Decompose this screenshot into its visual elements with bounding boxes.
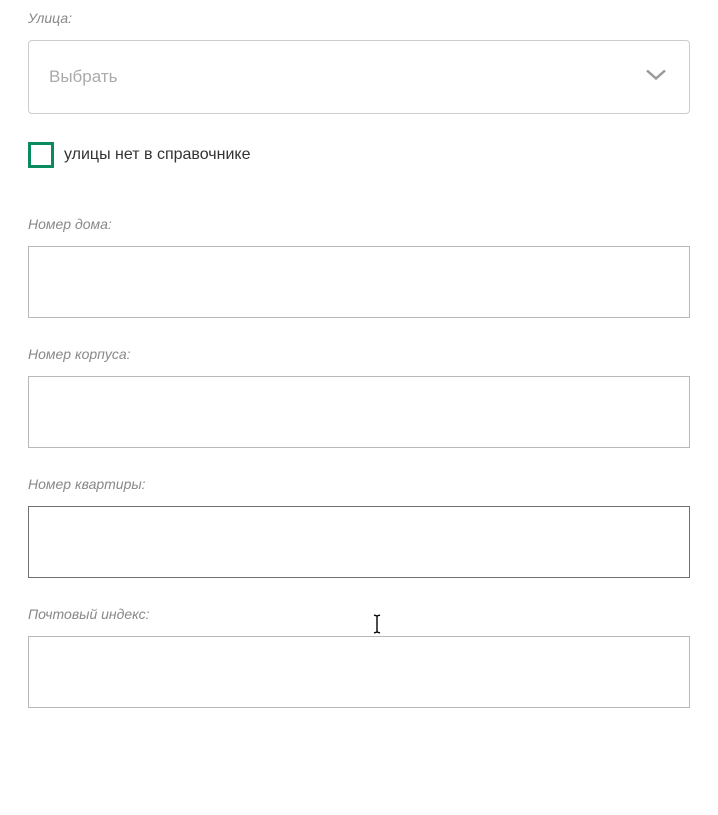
house-number-input[interactable] (28, 246, 690, 318)
street-label: Улица: (28, 10, 690, 26)
building-number-input[interactable] (28, 376, 690, 448)
apartment-number-field-group: Номер квартиры: (28, 476, 690, 578)
no-street-checkbox-label: улицы нет в справочнике (64, 146, 250, 164)
building-number-label: Номер корпуса: (28, 346, 690, 362)
postal-code-input[interactable] (28, 636, 690, 708)
building-number-field-group: Номер корпуса: (28, 346, 690, 448)
house-number-label: Номер дома: (28, 216, 690, 232)
street-select[interactable]: Выбрать (28, 40, 690, 114)
street-field-group: Улица: Выбрать (28, 10, 690, 114)
no-street-checkbox-row[interactable]: улицы нет в справочнике (28, 142, 690, 168)
no-street-checkbox[interactable] (28, 142, 54, 168)
apartment-number-input[interactable] (28, 506, 690, 578)
postal-code-field-group: Почтовый индекс: (28, 606, 690, 708)
apartment-number-label: Номер квартиры: (28, 476, 690, 492)
chevron-down-icon (645, 68, 667, 87)
street-select-placeholder: Выбрать (49, 67, 117, 87)
house-number-field-group: Номер дома: (28, 216, 690, 318)
postal-code-label: Почтовый индекс: (28, 606, 690, 622)
